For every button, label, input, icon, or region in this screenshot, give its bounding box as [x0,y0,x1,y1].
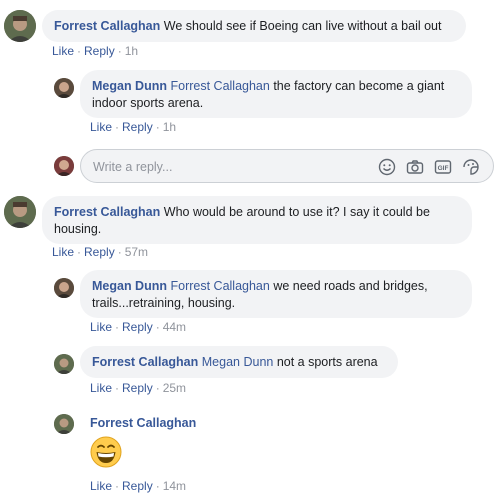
reply-button[interactable]: Reply [122,120,153,134]
timestamp[interactable]: 1h [163,120,176,134]
gif-icon[interactable]: GIF [433,157,453,177]
avatar-forrest[interactable] [54,414,74,434]
comment-text: We should see if Boeing can live without… [163,19,442,33]
mention-link[interactable]: Forrest Callaghan [170,79,269,93]
comment-author[interactable]: Forrest Callaghan [54,19,160,33]
reply-button[interactable]: Reply [122,479,153,493]
comment-author[interactable]: Forrest Callaghan [92,355,198,369]
smiley-icon[interactable] [377,157,397,177]
mention-link[interactable]: Forrest Callaghan [170,279,269,293]
comment-actions: Like · Reply · 1h [90,120,177,134]
camera-icon[interactable] [405,157,425,177]
comment-author[interactable]: Megan Dunn [92,279,167,293]
comment-actions: Like · Reply · 1h [52,44,139,58]
comment-text: we need roads and bridges, [273,279,428,293]
comment-author[interactable]: Forrest Callaghan [90,416,196,430]
comment-actions: Like · Reply · 14m [90,479,187,493]
like-button[interactable]: Like [52,44,74,58]
avatar-megan[interactable] [54,278,74,298]
comment-text: housing. [54,222,102,236]
like-button[interactable]: Like [90,120,112,134]
comment-text: the factory can become a giant [273,79,445,93]
comment-text: indoor sports arena. [92,96,204,110]
comment-actions: Like · Reply · 25m [90,381,187,395]
reply-button[interactable]: Reply [122,320,153,334]
avatar-megan[interactable] [54,78,74,98]
timestamp[interactable]: 57m [125,245,148,259]
sticker-icon[interactable] [461,157,481,177]
timestamp[interactable]: 14m [163,479,186,493]
comment-text: trails...retraining, housing. [92,296,236,310]
timestamp[interactable]: 44m [163,320,186,334]
comment-author[interactable]: Forrest Callaghan [54,205,160,219]
grinning-face-emoji [90,436,122,468]
avatar-forrest[interactable] [4,196,36,228]
reply-button[interactable]: Reply [84,245,115,259]
mention-link[interactable]: Megan Dunn [202,355,274,369]
like-button[interactable]: Like [90,320,112,334]
comment-text: Who would be around to use it? I say it … [163,205,430,219]
reply-emoji-comment: Forrest Callaghan [90,416,196,430]
like-button[interactable]: Like [90,479,112,493]
reply-bubble: Megan Dunn Forrest Callaghan the factory… [80,70,472,118]
timestamp[interactable]: 25m [163,381,186,395]
avatar-forrest[interactable] [54,354,74,374]
timestamp[interactable]: 1h [125,44,138,58]
reply-input[interactable] [91,156,365,178]
like-button[interactable]: Like [52,245,74,259]
reply-bubble: Megan Dunn Forrest Callaghan we need roa… [80,270,472,318]
comment-actions: Like · Reply · 57m [52,245,149,259]
like-button[interactable]: Like [90,381,112,395]
comment-actions: Like · Reply · 44m [90,320,187,334]
reply-button[interactable]: Reply [122,381,153,395]
reply-button[interactable]: Reply [84,44,115,58]
avatar-forrest[interactable] [4,10,36,42]
comment-text: not a sports arena [276,355,378,369]
comment-bubble: Forrest Callaghan Who would be around to… [42,196,472,244]
reply-bubble: Forrest Callaghan Megan Dunn not a sport… [80,346,398,378]
reply-box: GIF [80,149,494,183]
comment-bubble: Forrest Callaghan We should see if Boein… [42,10,466,42]
comment-author[interactable]: Megan Dunn [92,79,167,93]
avatar-current-user [54,156,74,176]
svg-text:GIF: GIF [438,165,449,172]
